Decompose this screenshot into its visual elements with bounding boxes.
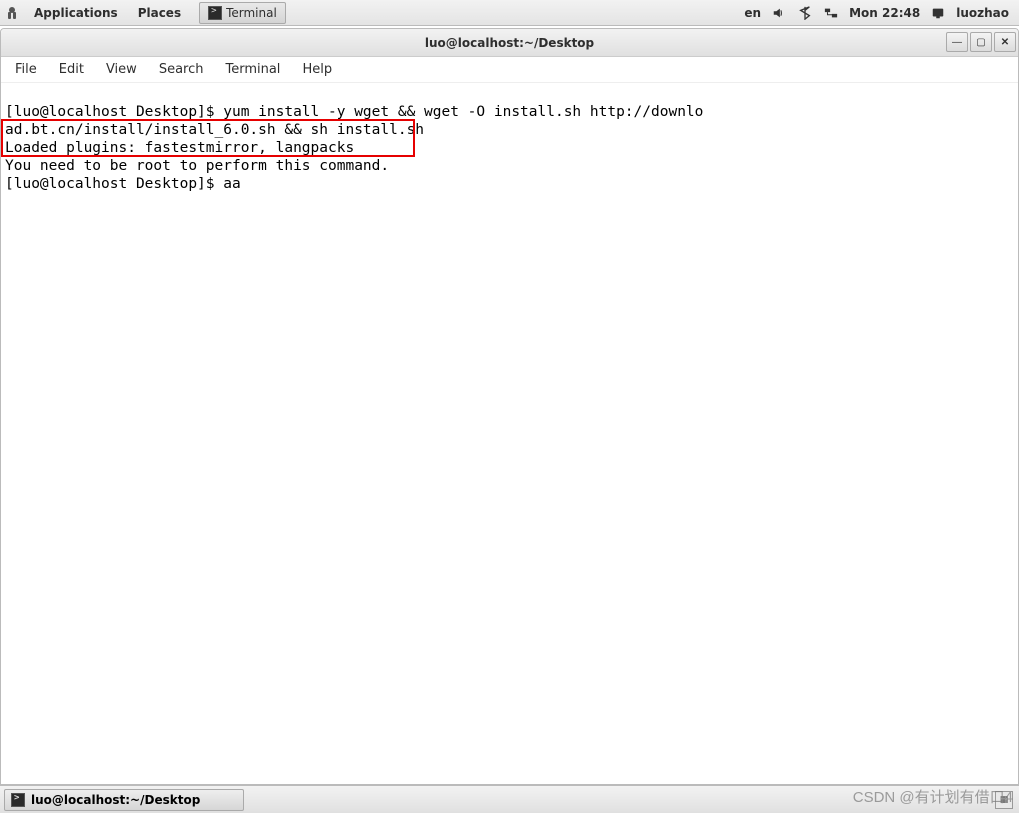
- network-icon[interactable]: [823, 5, 839, 21]
- bottom-taskbar-terminal[interactable]: luo@localhost:~/Desktop: [4, 789, 244, 811]
- top-panel: Applications Places Terminal en Mon 22:4…: [0, 0, 1019, 26]
- bottom-task-label: luo@localhost:~/Desktop: [31, 793, 200, 807]
- workspace-switcher[interactable]: ▦: [995, 791, 1013, 809]
- minimize-button[interactable]: —: [946, 32, 968, 52]
- window-title: luo@localhost:~/Desktop: [425, 36, 594, 50]
- terminal-line: [luo@localhost Desktop]$ yum install -y …: [5, 104, 703, 120]
- titlebar[interactable]: luo@localhost:~/Desktop — ▢ ✕: [1, 29, 1018, 57]
- clock[interactable]: Mon 22:48: [849, 6, 920, 20]
- menu-help[interactable]: Help: [292, 59, 342, 80]
- places-menu[interactable]: Places: [130, 4, 189, 22]
- menu-file[interactable]: File: [5, 59, 47, 80]
- gnome-foot-icon: [4, 5, 20, 21]
- menubar: File Edit View Search Terminal Help: [1, 57, 1018, 83]
- menu-view[interactable]: View: [96, 59, 147, 80]
- applications-menu[interactable]: Applications: [26, 4, 126, 22]
- maximize-button[interactable]: ▢: [970, 32, 992, 52]
- input-language-indicator[interactable]: en: [744, 6, 761, 20]
- user-menu[interactable]: luozhao: [956, 6, 1009, 20]
- volume-icon[interactable]: [771, 5, 787, 21]
- bottom-panel: luo@localhost:~/Desktop ▦: [0, 785, 1019, 813]
- top-taskbar-terminal[interactable]: Terminal: [199, 2, 286, 24]
- terminal-icon: [208, 6, 222, 20]
- menu-search[interactable]: Search: [149, 59, 214, 80]
- terminal-icon: [11, 793, 25, 807]
- menu-terminal[interactable]: Terminal: [215, 59, 290, 80]
- bluetooth-icon[interactable]: [797, 5, 813, 21]
- user-icon: [930, 5, 946, 21]
- terminal-line: [luo@localhost Desktop]$ aa: [5, 176, 241, 192]
- top-taskbar-label: Terminal: [226, 6, 277, 20]
- menu-edit[interactable]: Edit: [49, 59, 94, 80]
- terminal-body[interactable]: [luo@localhost Desktop]$ yum install -y …: [1, 83, 1018, 784]
- terminal-window: luo@localhost:~/Desktop — ▢ ✕ File Edit …: [0, 28, 1019, 785]
- terminal-line: You need to be root to perform this comm…: [5, 158, 389, 174]
- close-button[interactable]: ✕: [994, 32, 1016, 52]
- annotation-highlight-box: [1, 119, 415, 157]
